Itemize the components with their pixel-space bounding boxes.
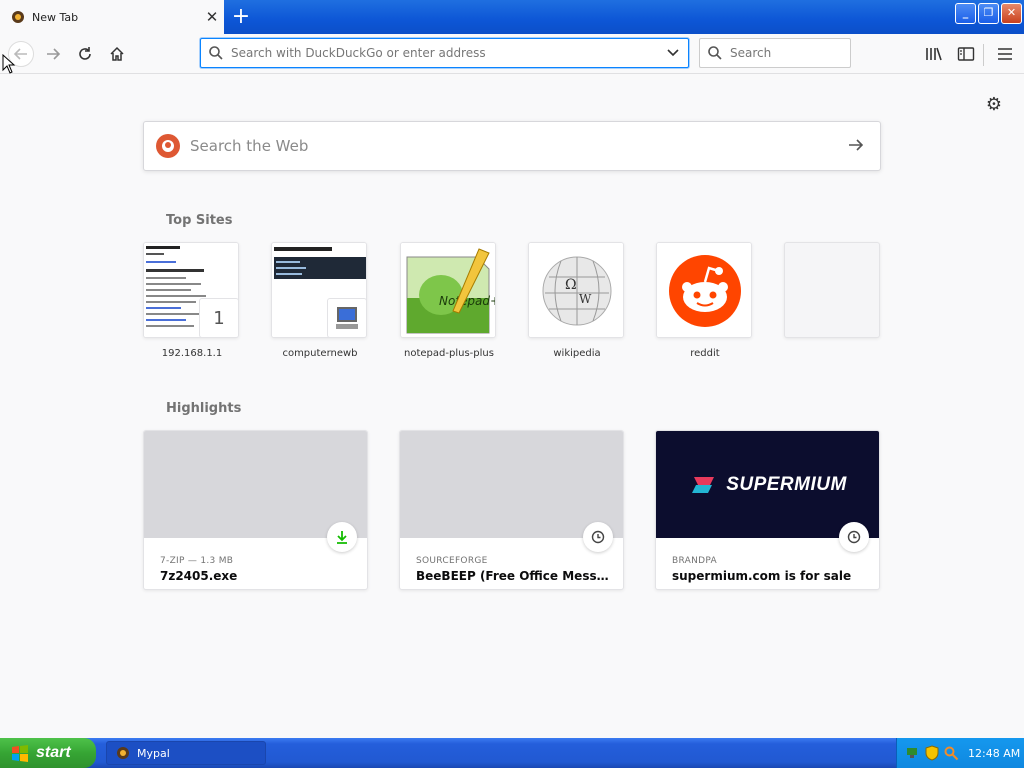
reload-icon (79, 47, 91, 60)
tile-label: reddit (690, 348, 720, 359)
taskbar-item-mypal[interactable]: Mypal (106, 741, 266, 765)
highlight-meta: 7-ZIP — 1.3 MB (160, 556, 234, 566)
library-button[interactable] (922, 42, 946, 66)
new-tab-page: ⚙ Top Sites (0, 75, 1024, 738)
url-dropdown-icon[interactable] (658, 46, 688, 60)
site-thumbnail: Ω W (528, 242, 624, 338)
tab-title: New Tab (32, 10, 79, 24)
highlight-meta: SOURCEFORGE (416, 556, 488, 566)
highlight-image: SUPERMIUM (656, 431, 879, 552)
search-icon (201, 45, 231, 61)
nav-toolbar (0, 34, 1024, 74)
highlight-title: supermium.com is for sale (672, 569, 852, 583)
gear-icon[interactable]: ⚙ (984, 95, 1004, 115)
library-icon (926, 47, 942, 61)
new-tab-button[interactable]: + (228, 4, 254, 30)
search-input[interactable] (730, 46, 840, 60)
mypal-favicon-icon (12, 11, 24, 23)
minimize-button[interactable]: _ (955, 3, 976, 24)
system-tray: 12:48 AM (896, 738, 1024, 768)
top-site-tile[interactable]: reddit (656, 242, 754, 359)
computer-icon (327, 298, 366, 337)
sidebar-icon (957, 47, 975, 61)
highlight-meta: BRANDPA (672, 556, 717, 566)
home-button[interactable] (105, 42, 129, 66)
search-tray-icon[interactable] (943, 745, 959, 761)
notepad-plus-plus-logo-icon: Notepad++ (401, 243, 495, 337)
security-shield-icon[interactable] (924, 745, 940, 761)
tile-label: computernewb (282, 348, 358, 359)
search-bar[interactable] (699, 38, 851, 68)
highlight-title: BeeBEEP (Free Office Messeng... (416, 569, 612, 583)
taskbar: start Mypal 12:48 AM (0, 738, 1024, 768)
web-search-box[interactable] (143, 121, 881, 171)
clock-icon (583, 522, 613, 552)
taskbar-item-label: Mypal (137, 746, 170, 760)
top-sites-heading: Top Sites (166, 213, 233, 228)
menu-button[interactable] (993, 42, 1017, 66)
toolbar-separator (983, 44, 984, 66)
network-icon[interactable] (905, 745, 921, 761)
highlight-image (144, 431, 367, 552)
top-site-tile[interactable]: Ω W wikipedia (528, 242, 626, 359)
supermium-wordmark: SUPERMIUM (726, 473, 847, 495)
site-thumbnail: Notepad++ (400, 242, 496, 338)
arrow-right-icon (47, 48, 61, 60)
close-window-button[interactable]: ✕ (1001, 3, 1022, 24)
tab-close-icon[interactable]: ✕ (200, 8, 224, 26)
site-thumbnail: 1 (143, 242, 239, 338)
url-input[interactable] (231, 46, 658, 60)
start-button[interactable]: start (0, 738, 96, 768)
supermium-mark-icon (692, 476, 715, 493)
reload-button[interactable] (73, 42, 97, 66)
arrow-right-icon[interactable] (832, 134, 880, 158)
web-search-input[interactable] (190, 137, 832, 155)
top-site-tile[interactable]: 1 192.168.1.1 (143, 242, 241, 359)
url-bar[interactable] (200, 38, 689, 68)
tile-label: notepad-plus-plus (404, 348, 494, 359)
highlights-heading: Highlights (166, 401, 242, 416)
clock-icon (839, 522, 869, 552)
highlight-image (400, 431, 623, 552)
top-site-tile[interactable]: computernewb (271, 242, 369, 359)
mypal-app-icon (117, 747, 129, 759)
highlight-title: 7z2405.exe (160, 569, 238, 583)
empty-top-site-slot[interactable] (784, 242, 882, 348)
tile-label: wikipedia (553, 348, 601, 359)
duckduckgo-logo-icon (156, 134, 180, 158)
windows-flag-icon (12, 745, 28, 762)
highlight-card[interactable]: 7-ZIP — 1.3 MB 7z2405.exe (143, 430, 368, 590)
tile-label: 192.168.1.1 (161, 348, 223, 359)
wikipedia-logo-icon: Ω W (529, 243, 623, 337)
top-site-tile[interactable]: Notepad++ notepad-plus-plus (400, 242, 498, 359)
highlight-card[interactable]: SUPERMIUM BRANDPA supermium.com is for s… (655, 430, 880, 590)
download-icon (327, 522, 357, 552)
tile-badge: 1 (199, 298, 238, 337)
system-clock: 12:48 AM (968, 746, 1021, 760)
title-bar: New Tab ✕ + _ ❐ ✕ (0, 0, 1024, 34)
maximize-button[interactable]: ❐ (978, 3, 999, 24)
mouse-cursor-icon (2, 54, 16, 74)
empty-thumbnail (784, 242, 880, 338)
supermium-logo: SUPERMIUM (690, 473, 847, 497)
tab-new-tab[interactable]: New Tab ✕ (0, 0, 224, 34)
hamburger-menu-icon (998, 48, 1012, 60)
search-icon (700, 45, 730, 61)
home-icon (110, 46, 124, 61)
reddit-logo-icon (657, 243, 751, 337)
svg-text:Ω: Ω (565, 277, 577, 293)
site-thumbnail (656, 242, 752, 338)
start-label: start (36, 744, 71, 761)
top-sites-grid: 1 192.168.1.1 computernewb Notepad notep… (143, 242, 883, 362)
site-thumbnail (271, 242, 367, 338)
svg-text:W: W (579, 292, 592, 306)
forward-button[interactable] (41, 42, 65, 66)
highlight-card[interactable]: SOURCEFORGE BeeBEEP (Free Office Messeng… (399, 430, 624, 590)
highlights-grid: 7-ZIP — 1.3 MB 7z2405.exe SOURCEFORGE Be… (143, 430, 883, 590)
sidebar-button[interactable] (954, 42, 978, 66)
